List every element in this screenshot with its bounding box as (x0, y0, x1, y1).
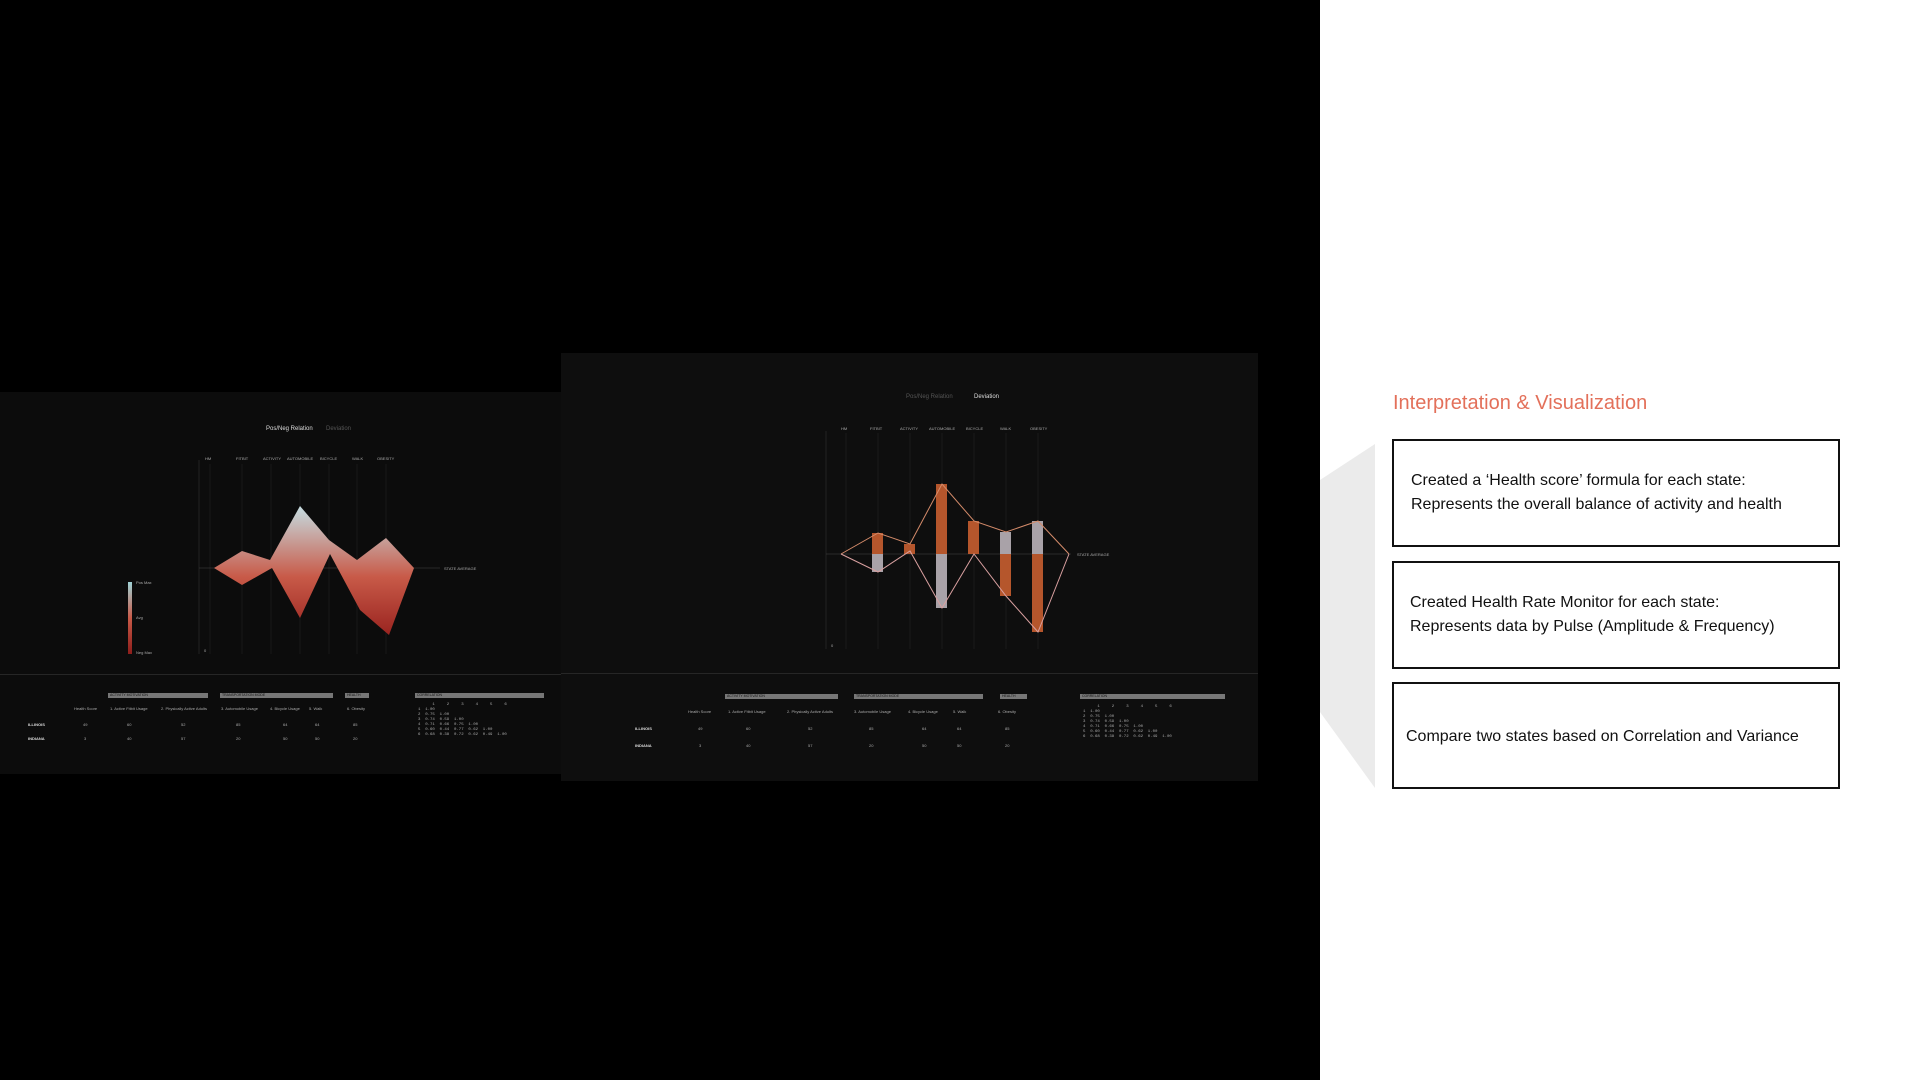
group-transportation-mode: TRANSPORTATION MODE (220, 693, 333, 698)
correlation-matrix: 1 2 3 4 5 6 1 1.00 2 0.75 1.00 3 0.74 0.… (1083, 705, 1184, 740)
cell: 49 (698, 726, 703, 731)
group-correlation: CORRELATION (415, 693, 544, 698)
row-state-label: INDIANA (28, 736, 45, 741)
presentation-dark-area: Pos/Neg Relation Deviation HM FITBIT ACT… (0, 0, 1320, 1080)
group-health: HEALTH (345, 693, 369, 698)
cell: 40 (127, 736, 132, 741)
cell: 49 (83, 722, 88, 727)
cell: 60 (746, 726, 751, 731)
pos-neg-relation-panel: Pos/Neg Relation Deviation HM FITBIT ACT… (0, 392, 561, 774)
cell: 20 (353, 736, 358, 741)
correlation-row: 6 0.68 0.38 0.72 0.62 0.49 1.00 (1083, 735, 1177, 739)
axis-label-hm: HM (205, 456, 212, 461)
col-health-score: Health Score (74, 706, 98, 711)
section-title: Interpretation & Visualization (1393, 392, 1648, 414)
cell: 57 (808, 743, 813, 748)
col-automobile: 3. Automobile Usage (854, 709, 891, 714)
cell: 40 (746, 743, 751, 748)
axis-label-walk: WALK (1000, 426, 1012, 431)
col-bicycle: 4. Bicycle Usage (270, 706, 300, 711)
card-health-rate-monitor: Created Health Rate Monitor for each sta… (1392, 561, 1840, 669)
legend-avg: Avg (136, 615, 143, 620)
cell: 50 (957, 743, 962, 748)
axis-label-automobile: AUTOMOBILE (929, 426, 956, 431)
cell: 50 (283, 736, 288, 741)
panel2-divider (561, 673, 1258, 674)
card-line: Compare two states based on Correlation … (1406, 728, 1799, 745)
axis-zero-label: 0 (831, 643, 834, 648)
col-automobile: 3. Automobile Usage (221, 706, 258, 711)
axis-label-hm: HM (841, 426, 848, 431)
relation-area (214, 506, 414, 635)
axis-label-fitbit: FITBIT (870, 426, 883, 431)
col-obesity: 6. Obesity (998, 709, 1017, 714)
row-state-label: ILLINOIS (28, 722, 45, 727)
cell: 3 (699, 743, 702, 748)
axis-label-activity: ACTIVITY (900, 426, 919, 431)
axis-label-activity: ACTIVITY (263, 456, 282, 461)
legend-gradient-bar (128, 582, 132, 654)
cell: 64 (957, 726, 962, 731)
legend-pos-max: Pos Max (136, 580, 152, 585)
col-bicycle: 4. Bicycle Usage (908, 709, 938, 714)
group-activity-motivation: ACTIVITY MOTIVATION (725, 694, 838, 699)
axis-zero-label: 0 (204, 648, 207, 653)
cell: 64 (283, 722, 288, 727)
axis-label-automobile: AUTOMOBILE (287, 456, 314, 461)
cell: 52 (808, 726, 813, 731)
interpretation-pane: Interpretation & Visualization Created a… (1320, 0, 1920, 1080)
card-line: Created Health Rate Monitor for each sta… (1410, 594, 1720, 611)
card-health-score: Created a ‘Health score’ formula for eac… (1392, 439, 1840, 547)
col-obesity: 6. Obesity (347, 706, 366, 711)
axis-label-bicycle: BICYCLE (966, 426, 984, 431)
correlation-matrix: 1 2 3 4 5 6 1 1.00 2 0.75 1.00 3 0.74 0.… (418, 703, 519, 738)
col-physically-active: 2. Physically Active Adults (787, 709, 834, 714)
cell: 85 (1005, 726, 1010, 731)
cell: 85 (236, 722, 241, 727)
col-active-fitbit: 1. Active Fitbit Usage (728, 709, 766, 714)
cell: 64 (922, 726, 927, 731)
legend-neg-max: Neg Max (136, 650, 153, 655)
card-line: Created a ‘Health score’ formula for eac… (1411, 472, 1746, 489)
cell: 20 (1005, 743, 1010, 748)
col-health-score: Health Score (688, 709, 712, 714)
card-line: Represents data by Pulse (Amplitude & Fr… (1410, 618, 1775, 635)
cell: 50 (315, 736, 320, 741)
col-physically-active: 2. Physically Active Adults (161, 706, 208, 711)
col-walk: 5. Walk (309, 706, 323, 711)
cell: 3 (84, 736, 87, 741)
card-compare-states: Compare two states based on Correlation … (1392, 682, 1840, 789)
cell: 50 (922, 743, 927, 748)
correlation-row: 6 0.68 0.38 0.72 0.62 0.49 1.00 (418, 733, 512, 737)
cell: 64 (315, 722, 320, 727)
deviation-panel: Pos/Neg Relation Deviation HM FITBIT ACT… (561, 353, 1258, 781)
cell: 85 (353, 722, 358, 727)
cell: 20 (869, 743, 874, 748)
cell: 52 (181, 722, 186, 727)
state-average-label: STATE AVERAGE (1077, 552, 1110, 557)
state-average-label: STATE AVERAGE (444, 566, 477, 571)
callout-wedge (1320, 444, 1375, 788)
col-walk: 5. Walk (953, 709, 967, 714)
axis-label-bicycle: BICYCLE (320, 456, 338, 461)
axis-label-walk: WALK (352, 456, 364, 461)
deviation-bars (872, 484, 1043, 632)
axis-label-fitbit: FITBIT (236, 456, 249, 461)
cell: 60 (127, 722, 132, 727)
col-active-fitbit: 1. Active Fitbit Usage (110, 706, 148, 711)
row-state-label: INDIANA (635, 743, 652, 748)
axis-label-obesity: OBESITY (377, 456, 395, 461)
group-transportation-mode: TRANSPORTATION MODE (854, 694, 983, 699)
group-activity-motivation: ACTIVITY MOTIVATION (108, 693, 208, 698)
panel1-divider (0, 674, 561, 675)
card-line: Represents the overall balance of activi… (1411, 496, 1782, 513)
row-state-label: ILLINOIS (635, 726, 652, 731)
cell: 85 (869, 726, 874, 731)
cell: 20 (236, 736, 241, 741)
axis-label-obesity: OBESITY (1030, 426, 1048, 431)
group-correlation: CORRELATION (1080, 694, 1225, 699)
cell: 57 (181, 736, 186, 741)
group-health: HEALTH (1000, 694, 1027, 699)
